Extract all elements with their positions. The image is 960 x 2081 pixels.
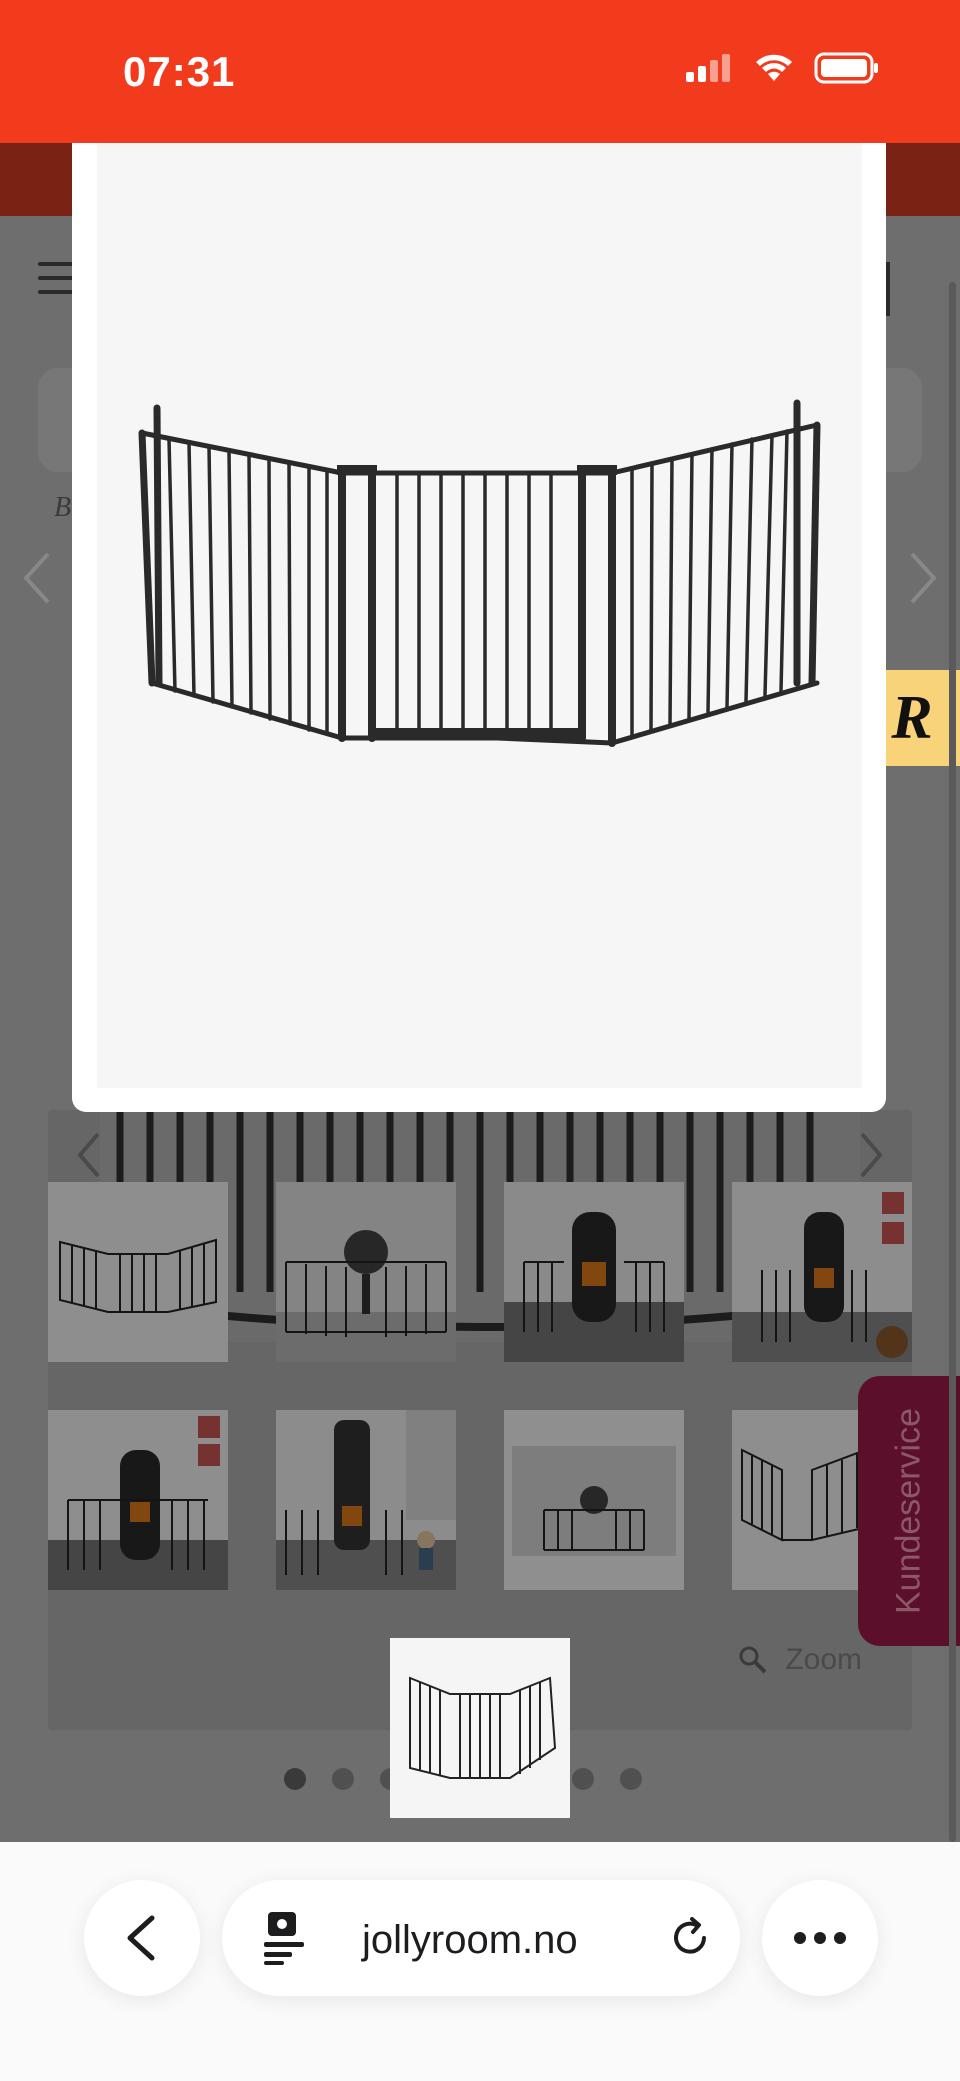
more-icon [794,1932,846,1944]
svg-text:R: R [890,684,932,752]
thumbnail-2[interactable] [276,1182,456,1362]
battery-icon [814,52,878,84]
chevron-left-icon[interactable] [18,548,58,608]
back-icon [127,1915,155,1961]
status-time: 07:31 [123,48,236,95]
fireplace-gate-image [138,399,821,747]
browser-toolbar: jollyroom.no [0,1842,960,2081]
customer-service-tab[interactable]: Kundeservice [858,1376,960,1646]
wifi-icon [756,54,792,81]
zoom-link[interactable]: Zoom [737,1643,862,1677]
page-scrollbar[interactable] [949,282,956,1842]
more-button[interactable] [762,1880,878,1996]
reload-icon[interactable] [668,1916,712,1960]
address-bar[interactable]: jollyroom.no [222,1880,740,1996]
status-bar: 07:31 [0,0,960,143]
status-icons [686,52,880,84]
thumbnail-9[interactable] [390,1638,570,1818]
thumbnail-5[interactable] [48,1410,228,1590]
signal-icon [686,54,730,82]
pagination-dot[interactable] [620,1768,642,1790]
zoom-label: Zoom [785,1643,862,1676]
thumbnail-1[interactable] [48,1182,228,1362]
pagination-dot[interactable] [284,1768,306,1790]
url-text: jollyroom.no [362,1918,578,1962]
search-zoom-icon [739,1646,767,1674]
pagination-dot[interactable] [332,1768,354,1790]
chevron-left-icon[interactable] [74,1130,104,1180]
image-lightbox[interactable] [72,143,886,1112]
chevron-right-icon[interactable] [902,548,942,608]
chevron-right-icon[interactable] [856,1130,886,1180]
customer-service-label: Kundeservice [889,1407,928,1615]
site-settings-icon[interactable] [262,1910,306,1966]
thumbnail-3[interactable] [504,1182,684,1362]
back-button[interactable] [84,1880,200,1996]
thumbnail-6[interactable] [276,1410,456,1590]
pagination-dot[interactable] [572,1768,594,1790]
lightbox-image [97,143,862,1088]
thumbnail-7[interactable] [504,1410,684,1590]
thumbnail-4[interactable] [732,1182,912,1362]
breadcrumb: B [54,492,72,523]
